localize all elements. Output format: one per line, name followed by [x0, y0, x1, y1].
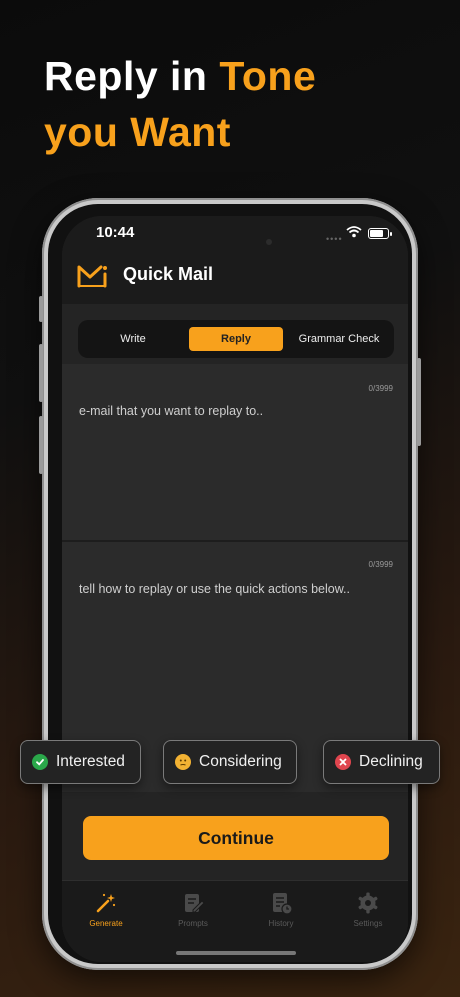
quick-action-considering[interactable]: Considering — [163, 740, 297, 784]
mail-logo-icon — [77, 265, 107, 288]
signal-icon: •••• — [326, 234, 343, 244]
headline-text: Reply in — [44, 53, 220, 99]
quick-actions: Interested Considering Declining — [0, 740, 460, 786]
segment-reply[interactable]: Reply — [189, 327, 283, 351]
app-screen: 10:44 •••• Quick Mail Write Reply Gramma… — [62, 216, 408, 962]
segment-write[interactable]: Write — [86, 327, 180, 351]
email-placeholder: e-mail that you want to replay to.. — [79, 404, 264, 418]
instruction-char-counter: 0/3999 — [368, 560, 393, 569]
volume-up-button — [39, 344, 43, 402]
app-header: Quick Mail — [62, 252, 408, 304]
home-indicator — [176, 951, 296, 955]
bottom-tab-bar: Generate Prompts History Settings — [62, 880, 408, 962]
segment-grammar-check[interactable]: Grammar Check — [292, 327, 386, 351]
magic-wand-icon — [96, 893, 116, 913]
edit-note-icon — [185, 894, 205, 913]
tab-generate[interactable]: Generate — [71, 891, 141, 928]
tab-history[interactable]: History — [246, 891, 316, 928]
email-input[interactable]: 0/3999 e-mail that you want to replay to… — [62, 364, 408, 542]
quick-action-label: Declining — [359, 753, 423, 770]
tab-generate-label: Generate — [89, 919, 123, 928]
thinking-face-icon — [175, 754, 191, 770]
quick-action-label: Considering — [199, 753, 282, 770]
wifi-icon — [346, 226, 362, 238]
mode-segmented-control: Write Reply Grammar Check — [78, 320, 394, 358]
camera-dot — [266, 239, 272, 245]
promo-headline: Reply in Tone you Want — [44, 48, 316, 160]
quick-action-interested[interactable]: Interested — [20, 740, 141, 784]
tab-settings-label: Settings — [353, 919, 383, 928]
headline-line2: you Want — [44, 109, 231, 155]
tab-settings[interactable]: Settings — [333, 891, 403, 928]
tab-prompts[interactable]: Prompts — [158, 891, 228, 928]
status-time: 10:44 — [96, 224, 135, 241]
headline-accent: Tone — [219, 53, 317, 99]
quick-action-label: Interested — [56, 753, 125, 770]
power-button — [417, 358, 421, 446]
app-title: Quick Mail — [123, 264, 214, 284]
phone-frame: 10:44 •••• Quick Mail Write Reply Gramma… — [39, 198, 421, 970]
check-circle-icon — [32, 754, 48, 770]
status-bar: 10:44 •••• — [62, 216, 408, 252]
history-doc-icon — [273, 893, 293, 915]
continue-button[interactable]: Continue — [83, 816, 389, 860]
battery-icon — [368, 228, 392, 239]
instruction-placeholder: tell how to replay or use the quick acti… — [79, 582, 350, 596]
volume-down-button — [39, 416, 43, 474]
email-char-counter: 0/3999 — [368, 384, 393, 393]
mute-switch — [39, 296, 43, 322]
x-circle-icon — [335, 754, 351, 770]
gear-icon — [358, 892, 378, 914]
tab-prompts-label: Prompts — [178, 919, 208, 928]
quick-action-declining[interactable]: Declining — [323, 740, 440, 784]
tab-history-label: History — [268, 919, 294, 928]
